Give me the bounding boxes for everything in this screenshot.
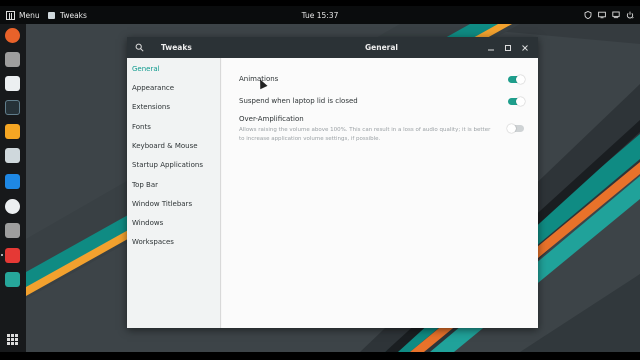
settings-panel: Animations Suspend when laptop lid is cl… bbox=[222, 58, 538, 328]
over-amplification-label: Over-Amplification bbox=[239, 115, 304, 123]
animations-toggle[interactable] bbox=[508, 75, 525, 84]
sidebar-item-fonts[interactable]: Fonts bbox=[127, 118, 220, 136]
maximize-icon bbox=[505, 44, 511, 51]
sidebar-item-general[interactable]: General bbox=[127, 60, 220, 78]
dock bbox=[0, 24, 26, 352]
sidebar: General Appearance Extensions Fonts Keyb… bbox=[127, 58, 221, 328]
maximize-button[interactable] bbox=[501, 37, 515, 58]
top-bar: Menu Tweaks Tue 15:37 bbox=[0, 6, 640, 24]
sidebar-item-windows[interactable]: Windows bbox=[127, 214, 220, 232]
clock[interactable]: Tue 15:37 bbox=[0, 6, 640, 24]
text-editor-icon[interactable] bbox=[5, 76, 20, 91]
toggle-knob bbox=[516, 75, 525, 84]
sidebar-item-top-bar[interactable]: Top Bar bbox=[127, 176, 220, 194]
desktop: Menu Tweaks Tue 15:37 Tweaks General Gen… bbox=[0, 0, 640, 360]
minimize-icon bbox=[488, 49, 494, 50]
files-icon[interactable] bbox=[5, 52, 20, 67]
over-amplification-toggle[interactable] bbox=[507, 124, 524, 133]
disc-icon[interactable] bbox=[5, 199, 20, 214]
system-tray[interactable] bbox=[584, 6, 634, 24]
sidebar-item-keyboard-mouse[interactable]: Keyboard & Mouse bbox=[127, 137, 220, 155]
power-icon bbox=[626, 11, 634, 19]
download-icon[interactable] bbox=[5, 124, 20, 139]
image-viewer-icon[interactable] bbox=[5, 148, 20, 163]
search-icon[interactable] bbox=[135, 43, 144, 52]
screen-icon bbox=[598, 11, 606, 19]
network-icon bbox=[612, 11, 620, 19]
firefox-icon[interactable] bbox=[5, 28, 20, 43]
window-title: Tweaks bbox=[161, 43, 192, 52]
shield-icon bbox=[584, 11, 592, 19]
sidebar-item-extensions[interactable]: Extensions bbox=[127, 98, 220, 116]
titlebar: Tweaks General bbox=[127, 37, 538, 58]
toggle-knob bbox=[507, 124, 516, 133]
sidebar-item-appearance[interactable]: Appearance bbox=[127, 79, 220, 97]
toggle-knob bbox=[516, 97, 525, 106]
close-icon bbox=[522, 44, 528, 51]
hotspot-icon[interactable] bbox=[5, 272, 20, 287]
sidebar-item-startup-applications[interactable]: Startup Applications bbox=[127, 156, 220, 174]
terminal-icon[interactable] bbox=[5, 100, 20, 115]
running-indicator bbox=[1, 254, 3, 256]
over-amplification-description: Allows raising the volume above 100%. Th… bbox=[239, 127, 491, 142]
tweaks-window: Tweaks General General Appearance Extens… bbox=[127, 37, 538, 328]
usb-icon[interactable] bbox=[5, 223, 20, 238]
sidebar-item-workspaces[interactable]: Workspaces bbox=[127, 233, 220, 251]
close-button[interactable] bbox=[518, 37, 532, 58]
suspend-toggle[interactable] bbox=[508, 97, 525, 106]
grid-icon[interactable] bbox=[7, 334, 18, 345]
monitor-icon[interactable] bbox=[5, 174, 20, 189]
minimize-button[interactable] bbox=[484, 37, 498, 58]
suspend-label: Suspend when laptop lid is closed bbox=[239, 97, 358, 105]
sidebar-item-window-titlebars[interactable]: Window Titlebars bbox=[127, 195, 220, 213]
page-title: General bbox=[365, 43, 398, 52]
tweaks-icon[interactable] bbox=[5, 248, 20, 263]
